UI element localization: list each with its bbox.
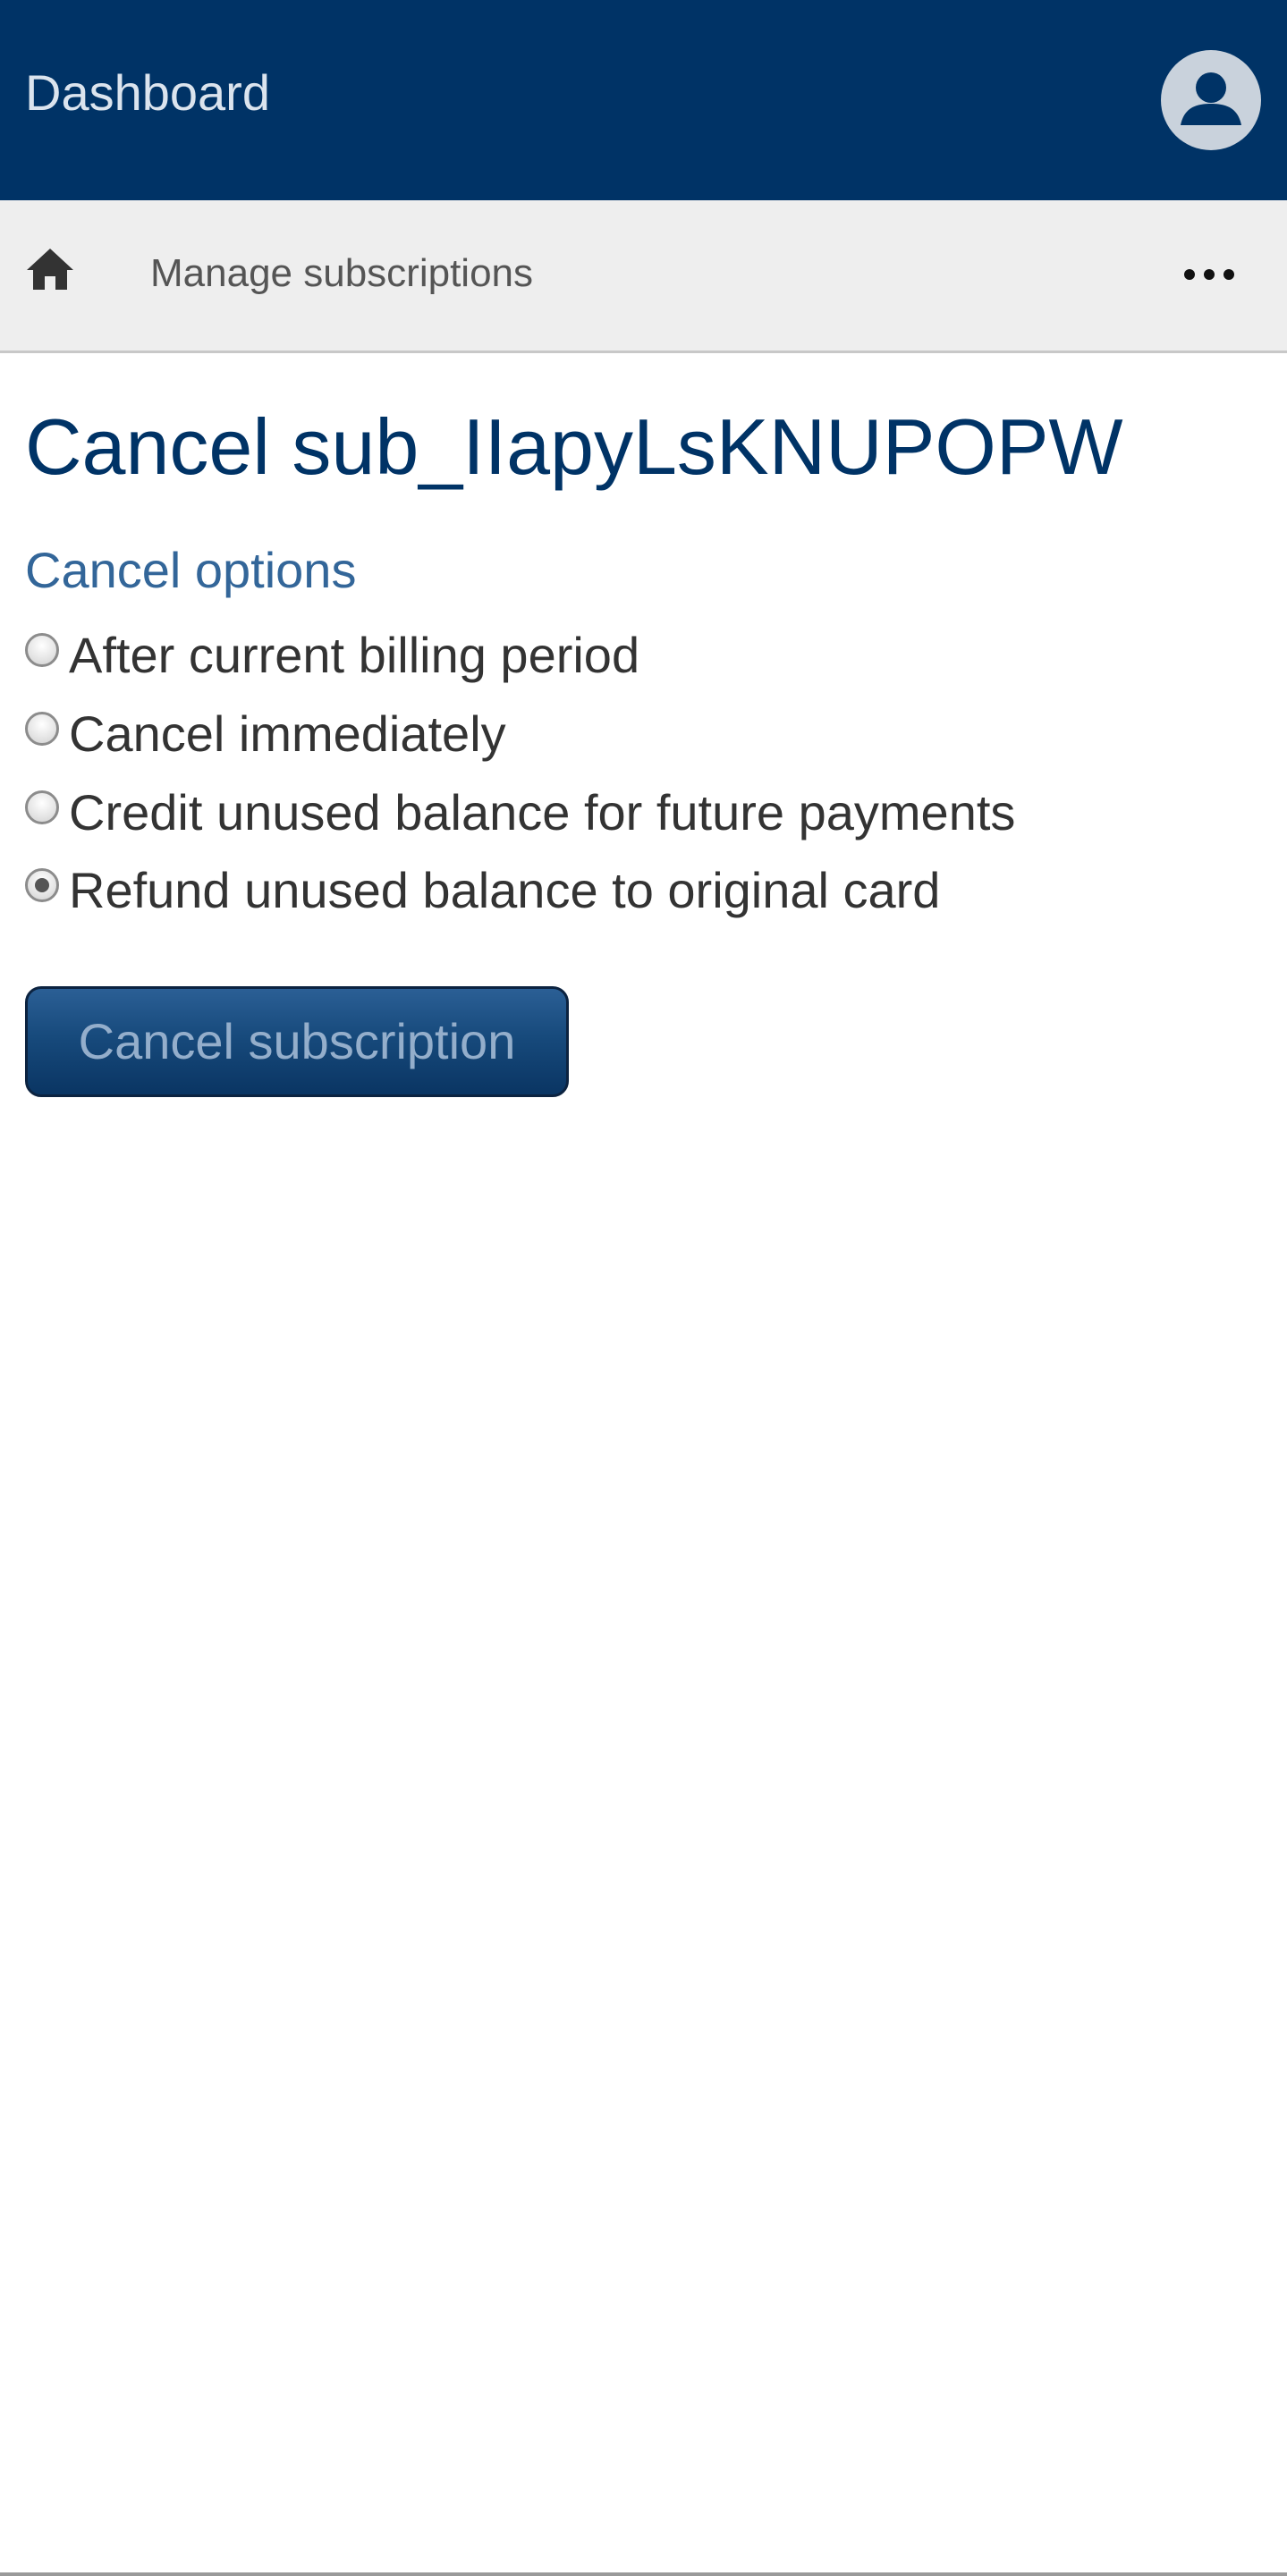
option-label[interactable]: Credit unused balance for future payment…: [69, 783, 1015, 842]
option-label[interactable]: Refund unused balance to original card: [69, 861, 940, 920]
radio-refund-unused-balance[interactable]: [25, 868, 59, 902]
bottom-divider: [0, 2572, 1287, 2576]
app-header: Dashboard: [0, 0, 1287, 200]
radio-after-billing-period[interactable]: [25, 633, 59, 667]
page-title: Cancel sub_IIapyLsKNUPOPW: [25, 402, 1123, 491]
radio-credit-unused-balance[interactable]: [25, 790, 59, 824]
more-horizontal-icon[interactable]: [1181, 261, 1238, 288]
breadcrumb-manage-subscriptions[interactable]: Manage subscriptions: [150, 250, 533, 297]
home-icon[interactable]: [25, 247, 75, 291]
option-label[interactable]: After current billing period: [69, 626, 639, 685]
app-title[interactable]: Dashboard: [25, 64, 270, 122]
cancel-subscription-button[interactable]: Cancel subscription: [25, 986, 569, 1097]
radio-cancel-immediately[interactable]: [25, 712, 59, 746]
option-label[interactable]: Cancel immediately: [69, 705, 506, 764]
cancel-options-heading: Cancel options: [25, 542, 357, 598]
user-avatar-icon[interactable]: [1161, 50, 1261, 150]
